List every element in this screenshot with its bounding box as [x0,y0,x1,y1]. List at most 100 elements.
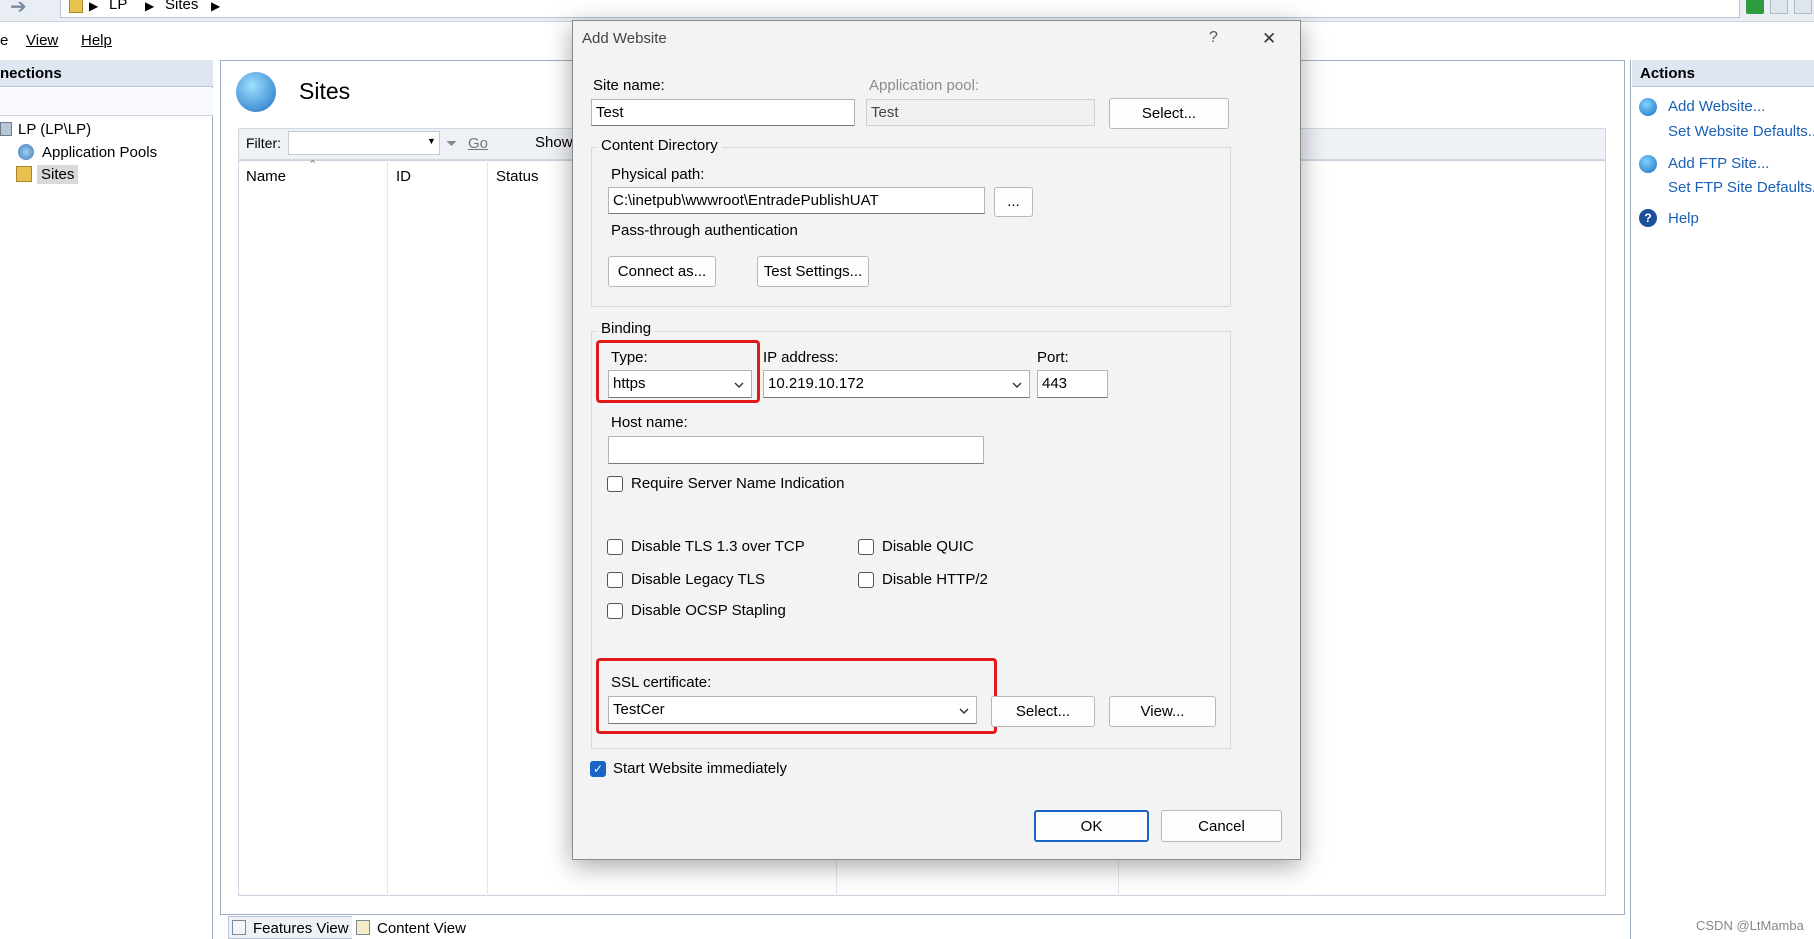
passthrough-auth-label: Pass-through authentication [611,222,798,239]
action-add-ftp-site[interactable]: Add FTP Site... [1668,155,1769,172]
column-separator [387,160,388,896]
stop-icon[interactable] [1770,0,1788,14]
ssl-certificate-value: TestCer [613,701,665,718]
menu-view[interactable]: View [26,32,58,49]
chevron-down-icon [959,708,969,714]
back-arrow-icon[interactable]: ➔ [10,0,27,19]
sites-globe-icon [236,72,276,112]
host-name-input[interactable] [608,436,984,464]
host-name-label: Host name: [611,414,688,431]
content-directory-title: Content Directory [597,137,722,154]
select-app-pool-button[interactable]: Select... [1109,98,1229,129]
test-settings-button[interactable]: Test Settings... [757,256,869,287]
disable-legacy-tls-checkbox[interactable] [607,572,623,588]
chevron-down-icon [1012,382,1022,388]
ssl-certificate-label: SSL certificate: [611,674,712,691]
disable-legacy-tls-label: Disable Legacy TLS [631,571,765,588]
port-input[interactable]: 443 [1037,370,1108,398]
action-help[interactable]: Help [1668,210,1699,227]
tree-item-app-pools[interactable]: Application Pools [42,144,157,161]
content-view-icon [356,920,370,935]
disable-quic-checkbox[interactable] [858,539,874,555]
filter-input[interactable] [288,131,440,155]
menu-help[interactable]: Help [81,32,112,49]
ssl-select-button[interactable]: Select... [991,696,1095,727]
page-title: Sites [299,78,351,104]
type-value: https [613,375,646,392]
watermark: CSDN @LtMamba [1696,918,1804,933]
site-icon [69,0,83,13]
breadcrumb[interactable]: ▶ LP ▶ Sites ▶ [60,0,1740,18]
disable-ocsp-checkbox[interactable] [607,603,623,619]
show-all-button[interactable]: Show [535,134,573,151]
disable-http2-label: Disable HTTP/2 [882,571,988,588]
column-header-name[interactable]: Name [246,168,286,185]
ok-button[interactable]: OK [1034,810,1149,842]
chevron-down-icon [734,382,744,388]
sites-icon [16,166,32,182]
connect-as-button[interactable]: Connect as... [608,256,716,287]
help-icon: ? [1639,209,1657,227]
actions-header: Actions [1632,60,1814,87]
start-website-checkbox[interactable]: ✓ [590,761,606,777]
sni-checkbox[interactable] [607,476,623,492]
funnel-icon: ⏷ [446,135,458,151]
go-button[interactable]: Go [468,135,488,152]
disable-http2-checkbox[interactable] [858,572,874,588]
chevron-right-icon: ▶ [145,0,155,13]
globe-add-icon [1639,98,1657,116]
close-icon[interactable]: ✕ [1262,29,1276,49]
tree-item-sites[interactable]: Sites [37,165,79,184]
refresh-icon[interactable] [1746,0,1764,14]
breadcrumb-item[interactable]: Sites [165,0,198,13]
chevron-right-icon: ▶ [89,0,99,13]
help-icon[interactable]: ? [1209,29,1218,47]
sni-label: Require Server Name Indication [631,475,845,492]
app-pools-icon [18,144,34,160]
physical-path-input[interactable]: C:\inetpub\wwwroot\EntradePublishUAT [608,187,985,214]
home-icon[interactable] [1794,0,1812,14]
action-set-ftp-defaults[interactable]: Set FTP Site Defaults... [1668,179,1814,196]
breadcrumb-item[interactable]: LP [109,0,127,13]
site-name-input[interactable]: Test [591,99,855,126]
type-select[interactable]: https [608,370,752,398]
type-label: Type: [611,349,648,366]
column-separator [487,160,488,896]
filter-label: Filter: [246,135,281,151]
physical-path-label: Physical path: [611,166,705,183]
browse-button[interactable]: ... [994,187,1033,217]
ip-address-value: 10.219.10.172 [768,375,864,392]
disable-ocsp-label: Disable OCSP Stapling [631,602,786,619]
disable-tls13-checkbox[interactable] [607,539,623,555]
menu-file[interactable]: e [0,32,8,49]
tab-content-view[interactable]: Content View [352,916,473,939]
ip-address-label: IP address: [763,349,839,366]
cancel-button[interactable]: Cancel [1161,810,1282,842]
dialog-title: Add Website [582,30,667,47]
column-header-id[interactable]: ID [396,168,411,185]
disable-tls13-label: Disable TLS 1.3 over TCP [631,538,805,555]
server-icon [0,122,12,136]
chevron-right-icon: ▶ [211,0,221,13]
ssl-certificate-select[interactable]: TestCer [608,696,977,724]
tab-features-view[interactable]: Features View [228,916,356,939]
disable-quic-label: Disable QUIC [882,538,974,555]
start-website-label: Start Website immediately [613,760,787,777]
action-add-website[interactable]: Add Website... [1668,98,1765,115]
connections-toolbar [0,88,213,116]
action-set-website-defaults[interactable]: Set Website Defaults... [1668,123,1814,140]
tab-label: Content View [377,920,466,937]
tab-label: Features View [253,920,349,937]
app-pool-label: Application pool: [869,77,980,94]
chevron-down-icon[interactable]: ▼ [427,136,436,146]
tree-item-server[interactable]: LP (LP\LP) [18,121,91,138]
features-view-icon [232,920,246,935]
ssl-view-button[interactable]: View... [1109,696,1216,727]
port-label: Port: [1037,349,1069,366]
globe-add-icon [1639,155,1657,173]
sort-ascending-icon: ⌃ [308,159,318,171]
column-header-status[interactable]: Status [496,168,539,185]
ip-address-select[interactable]: 10.219.10.172 [763,370,1030,398]
site-name-label: Site name: [593,77,665,94]
connections-header: nections [0,60,213,87]
